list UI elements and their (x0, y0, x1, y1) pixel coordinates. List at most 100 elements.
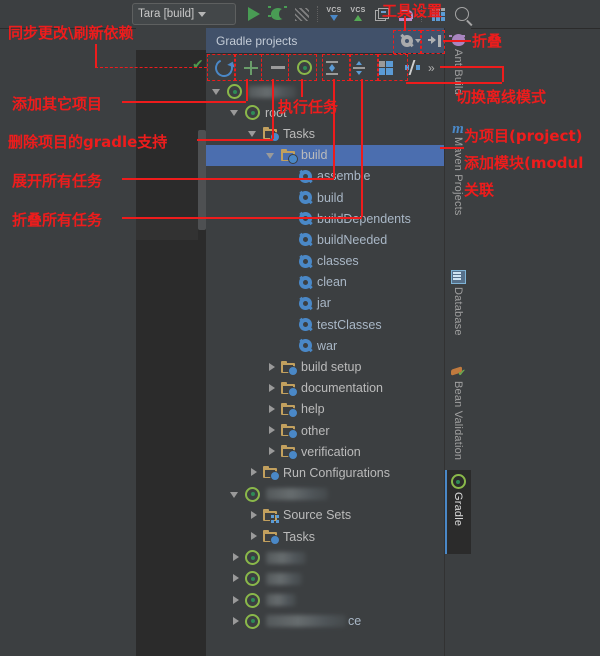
editor-scrollbar[interactable] (198, 130, 206, 230)
annotation-add-module: 添加模块(modul (464, 154, 584, 172)
folder-tasks-icon (281, 445, 298, 461)
tree-row[interactable]: root (206, 102, 444, 123)
overflow-button[interactable]: » (428, 61, 435, 75)
chevron-right-icon[interactable] (248, 467, 259, 478)
tree-row[interactable]: war (206, 335, 444, 356)
gradle-toolbar: » (206, 54, 444, 82)
vcs-commit-button[interactable]: VCS (346, 2, 370, 26)
gradle-module-icon (245, 571, 260, 587)
chevron-right-icon[interactable] (230, 595, 241, 606)
rollback-button[interactable] (394, 2, 418, 26)
vcs-history-button[interactable] (370, 2, 394, 26)
tree-row[interactable]: ce (206, 611, 444, 632)
tree-row[interactable] (206, 81, 444, 102)
hide-window-button[interactable] (428, 34, 441, 47)
database-button[interactable] (426, 2, 450, 26)
tree-row[interactable]: documentation (206, 378, 444, 399)
chevron-down-icon[interactable] (212, 86, 223, 97)
execute-task-button[interactable] (291, 55, 318, 80)
refresh-icon (211, 55, 236, 80)
tree-row[interactable]: classes (206, 251, 444, 272)
tool-window-header-buttons (401, 28, 441, 53)
toggle-offline-button[interactable] (399, 55, 426, 80)
tree-row[interactable]: clean (206, 272, 444, 293)
coverage-button[interactable] (290, 2, 314, 26)
chevron-right-icon[interactable] (230, 573, 241, 584)
refresh-all-button[interactable] (210, 55, 237, 80)
tree-row[interactable] (206, 547, 444, 568)
tree-row[interactable]: Run Configurations (206, 462, 444, 483)
task-cog-icon (299, 233, 312, 247)
expand-all-button[interactable] (318, 55, 345, 80)
tree-row[interactable]: build (206, 187, 444, 208)
tree-row[interactable] (206, 590, 444, 611)
folder-tasks-icon (263, 127, 280, 143)
tree-row[interactable] (206, 568, 444, 589)
ide-main-toolbar: Tara [build] VCS VCS (0, 0, 600, 29)
chevron-right-icon[interactable] (266, 383, 277, 394)
database-icon (431, 7, 445, 21)
tab-bean-validation[interactable]: ✔ Bean Validation (445, 362, 471, 460)
vcs-commit-icon: VCS (350, 7, 365, 21)
task-cog-icon (299, 296, 312, 310)
chevron-right-icon[interactable] (266, 362, 277, 373)
chevron-right-icon[interactable] (266, 404, 277, 415)
tab-gradle[interactable]: Gradle (445, 470, 471, 554)
tree-row[interactable] (206, 484, 444, 505)
expand-all-icon (325, 60, 339, 75)
tree-row-label: buildDependents (317, 211, 411, 226)
chevron-down-icon[interactable] (266, 150, 277, 161)
redacted-project-name (248, 85, 296, 98)
show-structure-button[interactable] (372, 55, 399, 80)
tree-row[interactable]: build setup (206, 356, 444, 377)
chevron-down-icon[interactable] (230, 489, 241, 500)
tree-row[interactable]: Tasks (206, 123, 444, 144)
chevron-right-icon[interactable] (266, 425, 277, 436)
chevron-down-icon[interactable] (248, 128, 259, 139)
tree-row[interactable]: Source Sets (206, 505, 444, 526)
tree-row[interactable]: jar (206, 293, 444, 314)
settings-gear-button[interactable] (401, 34, 421, 47)
tree-row-label: assemble (317, 169, 371, 184)
annotation-collapse-all-tasks: 折叠所有任务 (12, 211, 103, 229)
debug-button[interactable] (266, 2, 290, 26)
task-cog-icon (299, 191, 312, 205)
chevron-right-icon[interactable] (248, 510, 259, 521)
chevron-right-icon[interactable] (248, 531, 259, 542)
tree-row[interactable]: help (206, 399, 444, 420)
tree-row[interactable]: build (206, 144, 444, 166)
chevron-down-icon[interactable] (230, 107, 241, 118)
tab-database[interactable]: Database (445, 266, 471, 336)
vcs-update-button[interactable]: VCS (322, 2, 346, 26)
search-everywhere-button[interactable] (450, 2, 474, 26)
chevron-right-icon[interactable] (266, 446, 277, 457)
editor-highlight-band (136, 218, 198, 240)
tab-maven-projects[interactable]: m Maven Projects (445, 120, 471, 216)
attach-project-button[interactable] (237, 55, 264, 80)
tree-row[interactable]: testClasses (206, 314, 444, 335)
tree-row[interactable]: buildDependents (206, 208, 444, 229)
vcs-history-icon (375, 7, 389, 21)
chevron-right-icon[interactable] (230, 616, 241, 627)
collapse-all-button[interactable] (345, 55, 372, 80)
tree-row[interactable]: Tasks (206, 526, 444, 547)
tree-row[interactable]: verification (206, 441, 444, 462)
tree-row-label: testClasses (317, 317, 382, 332)
gradle-module-icon (245, 486, 260, 502)
chevron-right-icon[interactable] (230, 552, 241, 563)
tree-row[interactable]: buildNeeded (206, 229, 444, 250)
editor-area[interactable] (136, 28, 206, 656)
run-configuration-selector[interactable]: Tara [build] (132, 3, 236, 25)
tree-row[interactable]: assemble (206, 166, 444, 187)
gradle-project-tree[interactable]: root Tasks build assemble build buildDependen… (206, 81, 444, 656)
tree-row-label: help (301, 402, 325, 417)
collapse-all-icon (352, 60, 366, 75)
tab-ant-build[interactable]: Ant Build (445, 30, 471, 95)
tree-row-label: ce (348, 614, 362, 629)
run-button[interactable] (242, 2, 266, 26)
tree-row[interactable]: other (206, 420, 444, 441)
detach-project-button[interactable] (264, 55, 291, 80)
